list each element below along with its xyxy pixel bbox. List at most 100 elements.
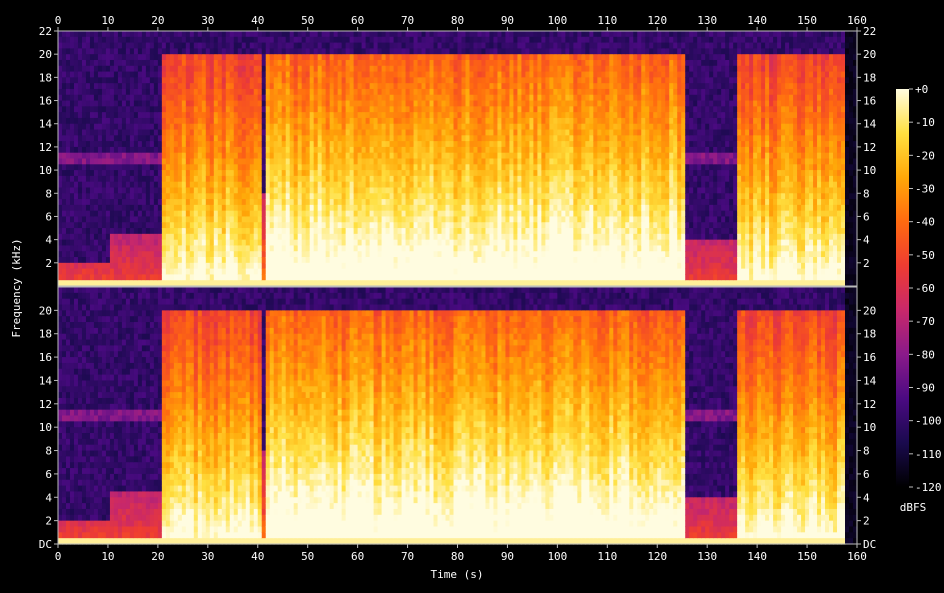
spectrogram-cell xyxy=(489,135,495,142)
spectrogram-cell xyxy=(281,94,287,102)
spectrogram-cell xyxy=(81,210,87,218)
spectrogram-cell xyxy=(65,112,71,119)
spectrogram-cell xyxy=(65,48,71,55)
spectrogram-cell xyxy=(121,216,127,223)
spectrogram-cell xyxy=(453,65,459,73)
spectrogram-cell xyxy=(445,129,451,136)
spectrogram-cell xyxy=(117,257,123,264)
spectrogram-cell xyxy=(405,42,411,49)
spectrogram-cell xyxy=(241,268,247,276)
spectrogram-cell xyxy=(73,175,79,183)
spectrogram-cell xyxy=(441,106,447,113)
spectrogram-cell xyxy=(121,262,127,270)
spectrogram-cell xyxy=(281,199,287,206)
spectrogram-cell xyxy=(137,129,143,136)
spectrogram-cell xyxy=(261,83,267,90)
spectrogram-cell xyxy=(465,106,471,113)
spectrogram-cell xyxy=(205,42,211,49)
spectrogram-cell xyxy=(369,77,375,84)
spectrogram-cell xyxy=(201,135,207,142)
spectrogram-cell xyxy=(221,152,227,160)
spectrogram-cell xyxy=(305,228,311,235)
spectrogram-cell xyxy=(441,71,447,78)
spectrogram-cell xyxy=(65,83,71,90)
spectrogram-cell xyxy=(313,262,319,270)
spectrogram-cell xyxy=(221,193,227,200)
spectrogram-cell xyxy=(117,88,123,96)
spectrogram-cell xyxy=(445,31,451,38)
spectrogram-cell xyxy=(149,94,155,102)
spectrogram-cell xyxy=(413,158,419,165)
spectrogram-cell xyxy=(485,175,491,183)
spectrogram-cell xyxy=(277,262,283,270)
spectrogram-cell xyxy=(85,199,91,206)
spectrogram-cell xyxy=(121,129,127,136)
spectrogram-cell xyxy=(481,274,487,281)
spectrogram-cell xyxy=(157,175,163,183)
spectrogram-cell xyxy=(445,152,451,160)
spectrogram-cell xyxy=(473,141,479,148)
spectrogram-cell xyxy=(437,268,443,276)
spectrogram-cell xyxy=(493,170,499,177)
spectrogram-cell xyxy=(145,262,151,270)
spectrogram-cell xyxy=(185,187,191,194)
spectrogram-cell xyxy=(65,123,71,131)
spectrogram-cell xyxy=(437,257,443,264)
spectrogram-cell xyxy=(349,31,355,38)
spectrogram-cell xyxy=(221,88,227,96)
spectrogram-cell xyxy=(233,268,239,276)
spectrogram-cell xyxy=(429,158,435,165)
spectrogram-cell xyxy=(401,31,407,38)
spectrogram-cell xyxy=(489,158,495,165)
spectrogram-cell xyxy=(273,42,279,49)
spectrogram-cell xyxy=(389,135,395,142)
spectrogram-cell xyxy=(61,77,67,84)
spectrogram-cell xyxy=(225,233,231,241)
spectrogram-cell xyxy=(137,199,143,206)
spectrogram-cell xyxy=(73,245,79,252)
spectrogram-cell xyxy=(485,170,491,177)
spectrogram-cell xyxy=(241,94,247,102)
spectrogram-cell xyxy=(101,175,107,183)
spectrogram-cell xyxy=(245,106,251,113)
spectrogram-cell xyxy=(437,204,443,212)
spectrogram-cell xyxy=(477,274,483,281)
spectrogram-cell xyxy=(337,170,343,177)
spectrogram-cell xyxy=(425,112,431,119)
spectrogram-cell xyxy=(117,170,123,177)
spectrogram-cell xyxy=(297,117,303,125)
spectrogram-cell xyxy=(269,199,275,206)
spectrogram-cell xyxy=(189,158,195,165)
spectrogram-cell xyxy=(377,257,383,264)
spectrogram-cell xyxy=(177,31,183,38)
spectrogram-cell xyxy=(181,170,187,177)
spectrogram-cell xyxy=(81,233,87,241)
spectrogram-cell xyxy=(457,146,463,154)
spectrogram-cell xyxy=(277,135,283,142)
spectrogram-cell xyxy=(93,36,99,44)
spectrogram-cell xyxy=(465,193,471,200)
spectrogram-cell xyxy=(281,146,287,154)
spectrogram-cell xyxy=(337,100,343,107)
spectrogram-cell xyxy=(197,181,203,189)
spectrogram-cell xyxy=(205,129,211,136)
spectrogram-cell xyxy=(273,187,279,194)
spectrogram-cell xyxy=(209,36,215,44)
spectrogram-cell xyxy=(373,193,379,200)
spectrogram-cell xyxy=(501,31,507,38)
spectrogram-cell xyxy=(309,94,315,102)
spectrogram-cell xyxy=(273,239,279,247)
spectrogram-cell xyxy=(481,204,487,212)
spectrogram-cell xyxy=(421,100,427,107)
spectrogram-cell xyxy=(249,187,255,194)
spectrogram-cell xyxy=(457,65,463,73)
spectrogram-cell xyxy=(333,106,339,113)
spectrogram-cell xyxy=(237,123,243,131)
spectrogram-cell xyxy=(345,83,351,90)
spectrogram-cell xyxy=(477,100,483,107)
spectrogram-cell xyxy=(385,251,391,258)
spectrogram-cell xyxy=(241,210,247,218)
spectrogram-cell xyxy=(85,204,91,212)
spectrogram-cell xyxy=(317,31,323,38)
spectrogram-cell xyxy=(241,88,247,96)
